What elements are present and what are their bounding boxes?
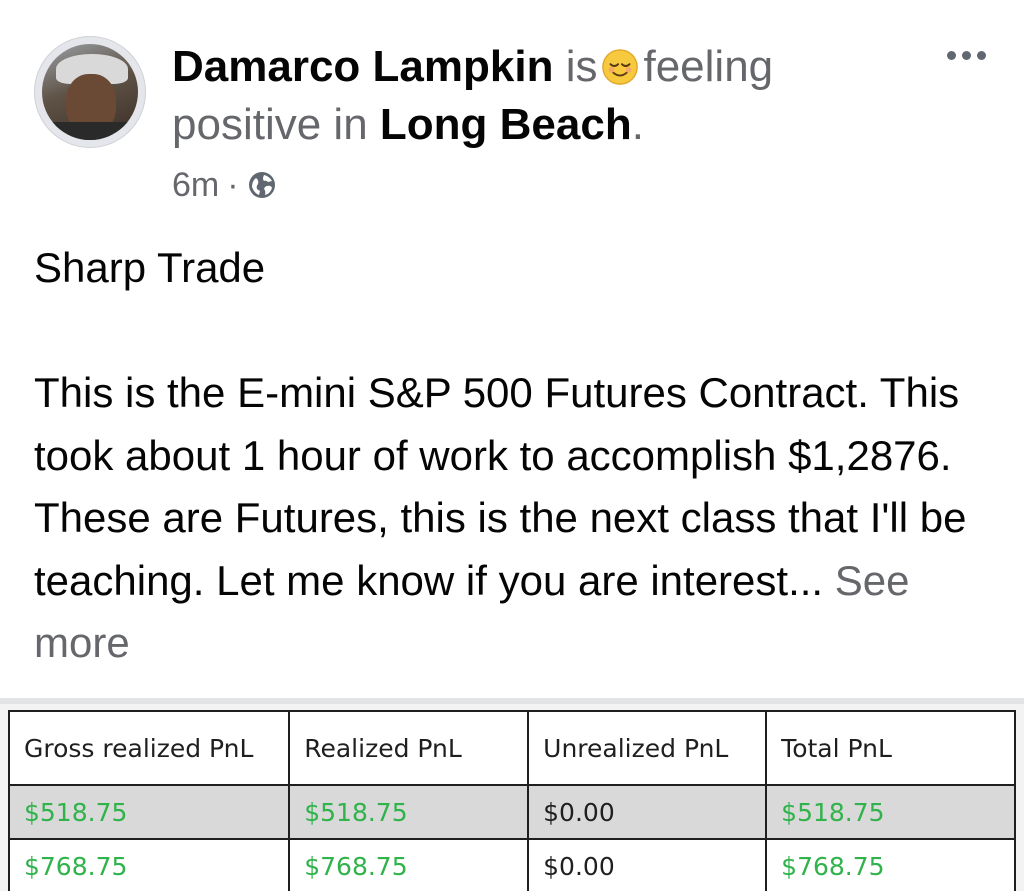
header-total-pnl: Total PnL — [765, 710, 1016, 786]
in-text: in — [333, 100, 368, 149]
relieved-face-emoji-icon — [602, 49, 639, 85]
header-unrealized-pnl: Unrealized PnL — [527, 710, 768, 786]
cell-realized-pnl: $768.75 — [288, 838, 530, 891]
more-options-icon[interactable] — [938, 40, 994, 70]
cell-gross-realized-pnl: $768.75 — [7, 838, 291, 891]
post-body: This is the E-mini S&P 500 Futures Contr… — [34, 362, 994, 675]
pnl-screenshot: Gross realized PnL Realized PnL Unrealiz… — [0, 698, 1024, 891]
author-name[interactable]: Damarco Lampkin — [172, 42, 553, 91]
header-gross-realized-pnl: Gross realized PnL — [7, 710, 291, 786]
table-row: $768.75 $768.75 $0.00 $768.75 — [7, 838, 1016, 891]
cell-total-pnl: $768.75 — [765, 838, 1016, 891]
table-row: $518.75 $518.75 $0.00 $518.75 — [7, 784, 1016, 840]
profile-photo — [42, 44, 138, 140]
is-text: is — [565, 42, 598, 91]
post-title: Sharp Trade — [34, 244, 266, 291]
timestamp[interactable]: 6m — [172, 166, 219, 205]
header-realized-pnl: Realized PnL — [288, 710, 530, 786]
post-meta: 6m · — [172, 164, 277, 206]
globe-icon[interactable] — [247, 170, 277, 200]
feeling-value[interactable]: positive — [172, 100, 321, 149]
meta-separator: · — [227, 165, 239, 204]
location-link[interactable]: Long Beach — [380, 100, 632, 149]
pnl-table: Gross realized PnL Realized PnL Unrealiz… — [7, 710, 1016, 891]
post-header: Damarco Lampkin is feeling positive in L… — [172, 38, 902, 154]
cell-realized-pnl: $518.75 — [288, 784, 530, 840]
location-suffix: . — [631, 100, 644, 149]
avatar[interactable] — [34, 36, 146, 148]
cell-gross-realized-pnl: $518.75 — [7, 784, 291, 840]
facebook-post: Damarco Lampkin is feeling positive in L… — [0, 0, 1024, 891]
cell-unrealized-pnl: $0.00 — [527, 838, 768, 891]
post-body-text: This is the E-mini S&P 500 Futures Contr… — [34, 369, 967, 604]
table-header-row: Gross realized PnL Realized PnL Unrealiz… — [7, 710, 1016, 786]
cell-total-pnl: $518.75 — [765, 784, 1016, 840]
cell-unrealized-pnl: $0.00 — [527, 784, 768, 840]
feeling-text: feeling — [643, 42, 774, 91]
